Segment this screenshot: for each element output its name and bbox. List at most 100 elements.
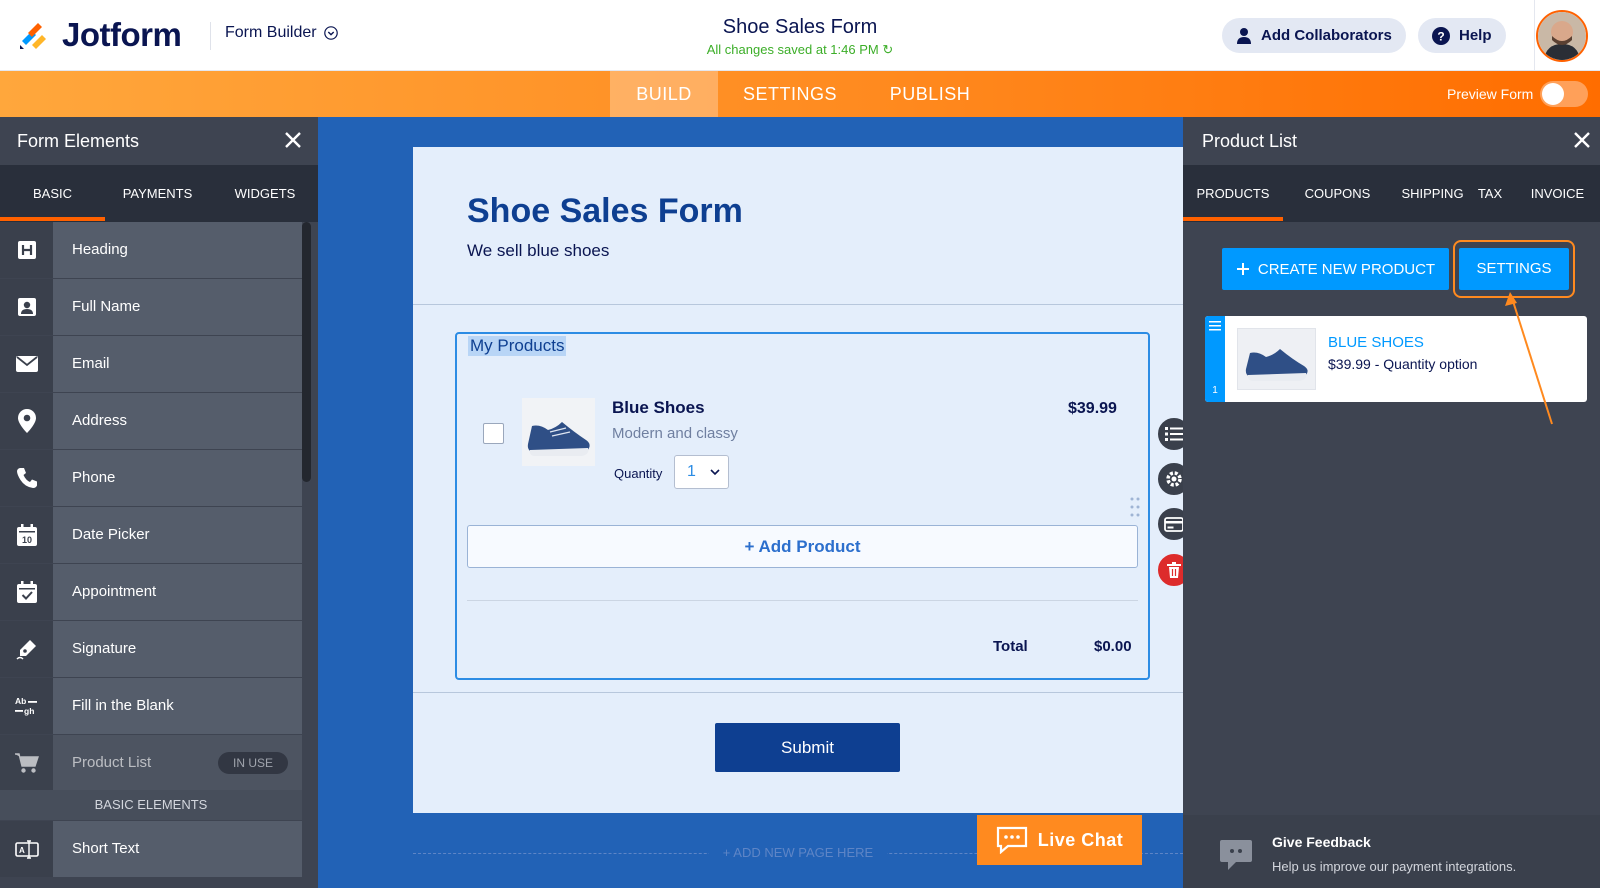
help-label: Help xyxy=(1459,27,1492,44)
tab-widgets[interactable]: WIDGETS xyxy=(215,165,315,222)
svg-text:Ab: Ab xyxy=(15,696,26,706)
element-date-picker[interactable]: 10 Date Picker xyxy=(0,507,302,563)
person-icon xyxy=(0,279,53,335)
close-panel-button[interactable] xyxy=(1572,130,1592,150)
element-appointment[interactable]: Appointment xyxy=(0,564,302,620)
refresh-icon: ↻ xyxy=(882,42,894,57)
credit-card-icon xyxy=(1164,516,1184,532)
element-label: Date Picker xyxy=(72,526,150,543)
element-label: Address xyxy=(72,412,128,429)
feedback-title: Give Feedback xyxy=(1272,834,1371,850)
element-label: Appointment xyxy=(72,583,157,600)
close-panel-button[interactable] xyxy=(283,130,303,150)
tab-tax[interactable]: TAX xyxy=(1470,165,1510,222)
svg-text:10: 10 xyxy=(21,535,31,545)
product-settings-button[interactable]: SETTINGS xyxy=(1459,248,1569,290)
header-divider xyxy=(1534,0,1535,71)
save-status-text: All changes saved at 1:46 PM xyxy=(706,42,879,57)
cart-icon xyxy=(0,735,53,791)
element-address[interactable]: Address xyxy=(0,393,302,449)
element-label: Full Name xyxy=(72,298,141,315)
element-fill-in-the-blank[interactable]: Ab gh Fill in the Blank xyxy=(0,678,302,734)
form-heading[interactable]: Shoe Sales Form xyxy=(467,192,743,231)
product-card-number: 1 xyxy=(1212,385,1218,396)
tab-products[interactable]: PRODUCTS xyxy=(1183,165,1283,222)
element-short-text[interactable]: A Short Text xyxy=(0,821,302,877)
active-tab-indicator xyxy=(0,217,105,221)
list-icon xyxy=(1165,427,1183,441)
add-product-button[interactable]: + Add Product xyxy=(467,525,1138,568)
quantity-value: 1 xyxy=(687,463,696,480)
quantity-label: Quantity xyxy=(614,466,663,481)
tab-coupons[interactable]: COUPONS xyxy=(1290,165,1385,222)
element-label: Heading xyxy=(72,241,128,258)
drag-handle-icon[interactable] xyxy=(1130,497,1140,517)
product-list-field[interactable] xyxy=(455,332,1150,680)
product-card-name: BLUE SHOES xyxy=(1328,334,1424,351)
quantity-select[interactable]: 1 xyxy=(674,455,729,489)
add-new-page-label: + ADD NEW PAGE HERE xyxy=(708,845,888,860)
panel-title: Product List xyxy=(1202,131,1298,151)
close-icon xyxy=(1574,132,1590,148)
person-icon xyxy=(1237,28,1251,44)
tab-build[interactable]: BUILD xyxy=(610,71,718,117)
svg-text:gh: gh xyxy=(24,706,34,716)
element-full-name[interactable]: Full Name xyxy=(0,279,302,335)
chevron-down-icon xyxy=(710,468,720,475)
element-label: Signature xyxy=(72,640,137,657)
tab-settings[interactable]: SETTINGS xyxy=(735,71,845,117)
feedback-text: Help us improve our payment integrations… xyxy=(1272,859,1517,874)
active-tab-indicator xyxy=(1183,217,1283,221)
live-chat-label: Live Chat xyxy=(1037,829,1124,850)
element-label: Short Text xyxy=(72,840,140,857)
in-use-badge: IN USE xyxy=(218,752,288,774)
element-email[interactable]: Email xyxy=(0,336,302,392)
product-price: $39.99 xyxy=(1068,400,1117,417)
create-new-product-button[interactable]: CREATE NEW PRODUCT xyxy=(1222,248,1449,290)
heading-icon xyxy=(0,222,53,278)
envelope-icon xyxy=(0,336,53,392)
tab-basic[interactable]: BASIC xyxy=(0,165,105,222)
product-card-detail: $39.99 - Quantity option xyxy=(1328,356,1478,372)
create-new-product-label: CREATE NEW PRODUCT xyxy=(1257,260,1436,278)
element-signature[interactable]: Signature xyxy=(0,621,302,677)
product-divider xyxy=(467,600,1138,601)
element-label: Phone xyxy=(72,469,116,486)
feedback-chat-icon xyxy=(1218,838,1254,872)
avatar[interactable] xyxy=(1536,10,1588,62)
product-checkbox[interactable] xyxy=(483,423,504,444)
shoe-icon xyxy=(522,398,595,466)
element-product-list[interactable]: Product List IN USE xyxy=(0,735,302,791)
form-divider xyxy=(413,692,1183,693)
fill-blank-icon: Ab gh xyxy=(0,678,53,734)
panel-title: Form Elements xyxy=(17,131,140,151)
element-phone[interactable]: Phone xyxy=(0,450,302,506)
panel-scrollbar[interactable] xyxy=(302,222,311,482)
plus-icon xyxy=(1236,263,1249,275)
tab-invoice[interactable]: INVOICE xyxy=(1520,165,1595,222)
tab-publish[interactable]: PUBLISH xyxy=(880,71,980,117)
calendar-icon: 10 xyxy=(0,507,53,563)
gear-icon xyxy=(1166,471,1182,487)
total-label: Total xyxy=(993,638,1028,655)
pen-icon xyxy=(0,621,53,677)
product-description: Modern and classy xyxy=(612,425,738,442)
phone-icon xyxy=(0,450,53,506)
shoe-icon xyxy=(1238,329,1315,389)
form-subheading[interactable]: We sell blue shoes xyxy=(467,241,609,261)
submit-button[interactable]: Submit xyxy=(715,723,900,772)
section-header-basic-elements: BASIC ELEMENTS xyxy=(0,790,302,820)
element-label: Email xyxy=(72,355,110,372)
tab-payments[interactable]: PAYMENTS xyxy=(110,165,205,222)
add-collaborators-button[interactable]: Add Collaborators xyxy=(1222,18,1406,53)
total-value: $0.00 xyxy=(1094,638,1132,655)
help-button[interactable]: ? Help xyxy=(1418,18,1506,53)
live-chat-button[interactable]: Live Chat xyxy=(977,815,1142,865)
element-heading[interactable]: Heading xyxy=(0,222,302,278)
add-collaborators-label: Add Collaborators xyxy=(1261,27,1392,44)
tab-shipping[interactable]: SHIPPING xyxy=(1395,165,1470,222)
toggle-knob xyxy=(1542,83,1564,105)
element-label: Product List xyxy=(72,754,152,771)
product-field-label[interactable]: My Products xyxy=(468,336,567,356)
short-text-icon: A xyxy=(0,821,53,877)
